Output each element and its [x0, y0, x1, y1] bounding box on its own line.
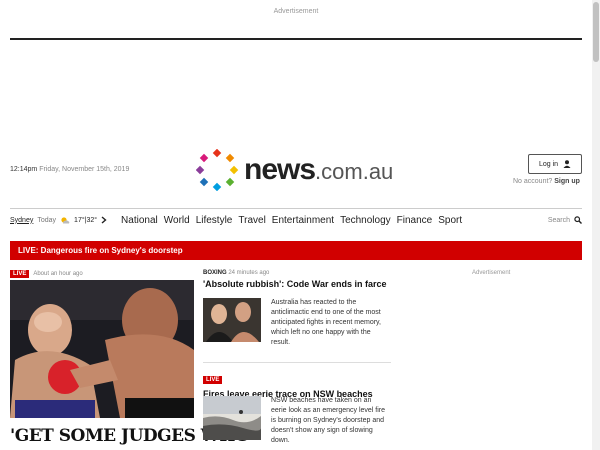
- lead-story-meta: LIVE About an hour ago: [10, 270, 83, 278]
- story-card-code-war[interactable]: BOXING 24 minutes ago 'Absolute rubbish'…: [203, 270, 393, 346]
- story-card-nsw-beaches[interactable]: LIVE Fires leave eerie trace on NSW beac…: [203, 368, 393, 444]
- story-description: NSW beaches have taken on an eerie look …: [271, 397, 386, 444]
- chevron-right-icon[interactable]: [101, 216, 107, 224]
- login-button[interactable]: Log in: [528, 154, 582, 174]
- story-description: Australia has reacted to the anticlimact…: [271, 299, 381, 346]
- nav-item-lifestyle[interactable]: Lifestyle: [196, 215, 233, 226]
- main-nav: Sydney Today 17°|32° National World Life…: [10, 208, 582, 231]
- scrollbar-thumb[interactable]: [593, 2, 599, 62]
- story-category-line: BOXING 24 minutes ago: [203, 270, 393, 276]
- story-headline[interactable]: 'Absolute rubbish': Code War ends in far…: [203, 279, 393, 289]
- weather-day: Today: [37, 216, 57, 224]
- search-label: Search: [547, 216, 570, 224]
- nav-item-world[interactable]: World: [164, 215, 190, 226]
- story-thumbnail[interactable]: [203, 396, 262, 440]
- breaking-news-banner[interactable]: LIVE: Dangerous fire on Sydney's doorste…: [10, 241, 582, 260]
- signup-prompt: No account? Sign up: [513, 178, 580, 185]
- beach-photo: [203, 396, 262, 440]
- top-ad-label: Advertisement: [273, 8, 319, 15]
- current-time: 12:14pm: [10, 166, 38, 173]
- search-icon: [574, 216, 582, 224]
- story-time: 24 minutes ago: [228, 270, 270, 276]
- weather-temp: 17°|32°: [74, 216, 98, 224]
- site-logo[interactable]: news.com.au: [196, 149, 396, 191]
- nav-item-travel[interactable]: Travel: [238, 215, 265, 226]
- lead-story-image[interactable]: [10, 280, 194, 418]
- login-label: Log in: [538, 160, 559, 168]
- sun-cloud-icon: [61, 217, 70, 224]
- signup-link[interactable]: Sign up: [554, 178, 580, 185]
- top-divider: [10, 38, 582, 40]
- fighters-photo: [203, 298, 261, 342]
- story-divider: [203, 362, 391, 363]
- story-thumbnail[interactable]: [203, 298, 261, 342]
- date-time: 12:14pm Friday, November 15th, 2019: [10, 166, 129, 173]
- logo-dots-icon: [196, 149, 239, 191]
- weather-city[interactable]: Sydney: [10, 217, 33, 224]
- nav-item-finance[interactable]: Finance: [397, 215, 433, 226]
- search-button[interactable]: Search: [548, 216, 582, 224]
- story-category: BOXING: [203, 270, 227, 276]
- logo-main: news: [244, 153, 316, 186]
- user-icon: [563, 160, 571, 168]
- page-scrollbar[interactable]: [592, 0, 600, 450]
- lead-live-badge: LIVE: [10, 270, 30, 278]
- nav-item-national[interactable]: National: [121, 215, 158, 226]
- breaking-news-text[interactable]: LIVE: Dangerous fire on Sydney's doorste…: [18, 246, 183, 255]
- nav-item-entertainment[interactable]: Entertainment: [272, 215, 334, 226]
- current-date: Friday, November 15th, 2019: [39, 166, 130, 173]
- story-live-badge: LIVE: [203, 376, 223, 384]
- weather-widget[interactable]: Sydney Today 17°|32°: [10, 216, 107, 224]
- logo-wordmark: news.com.au: [244, 153, 393, 187]
- nav-item-sport[interactable]: Sport: [438, 215, 462, 226]
- lead-story-time: About an hour ago: [33, 271, 83, 277]
- nav-item-technology[interactable]: Technology: [340, 215, 391, 226]
- logo-suffix: .com.au: [315, 159, 394, 184]
- boxing-photo: [10, 280, 194, 418]
- no-account-text: No account?: [513, 178, 553, 185]
- side-ad-label: Advertisement: [472, 270, 511, 276]
